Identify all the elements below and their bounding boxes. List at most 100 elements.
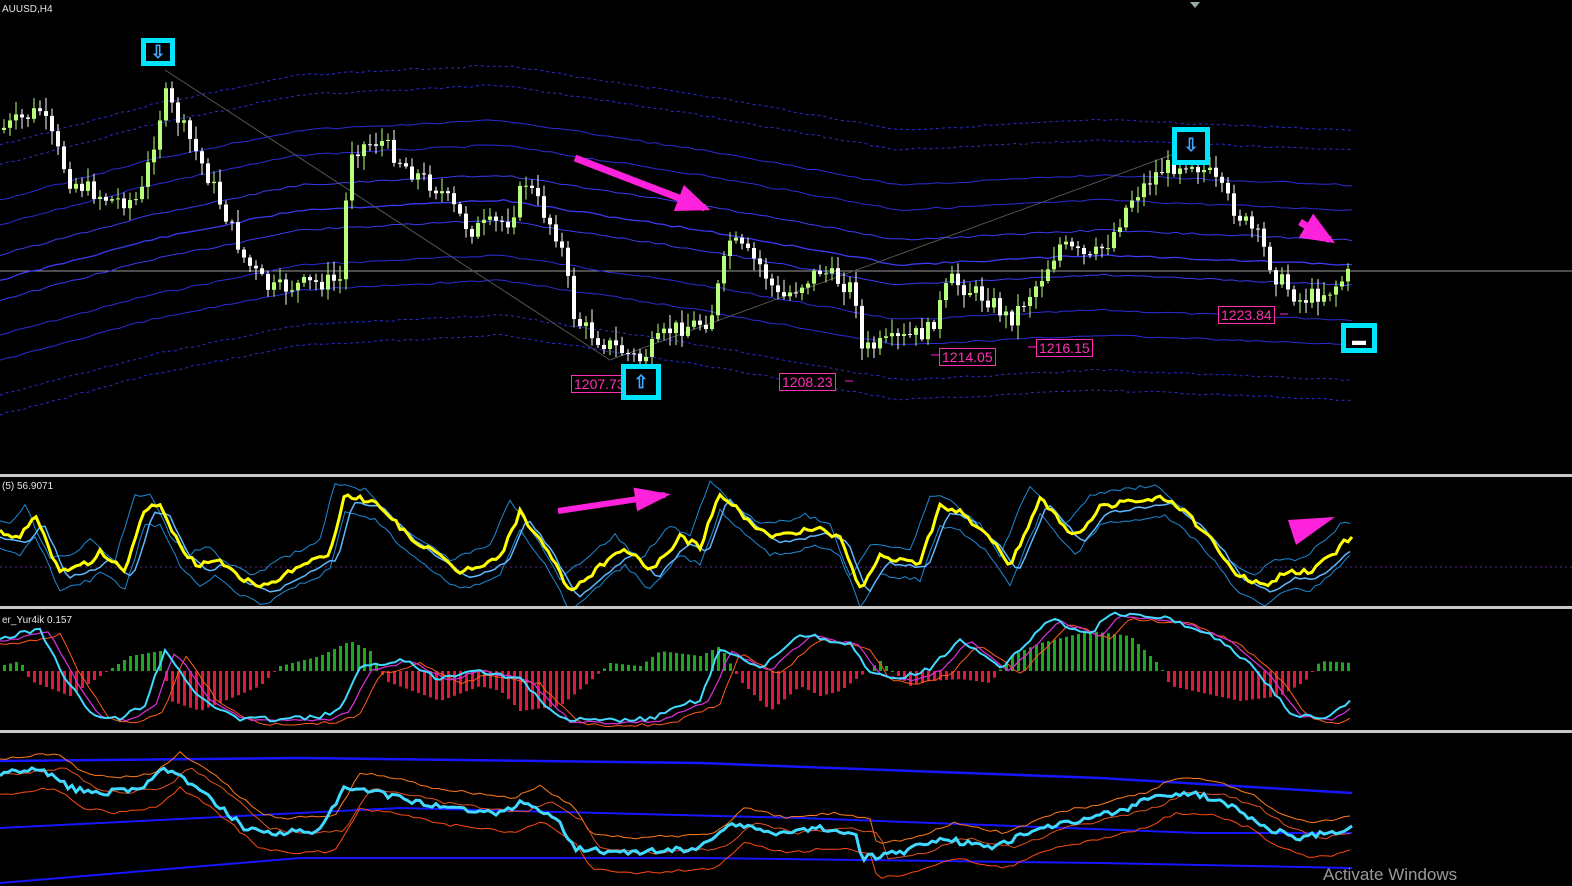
candle-body xyxy=(470,229,474,237)
arrow-up-icon: ⇧ xyxy=(633,372,649,392)
histogram-bar xyxy=(87,671,90,684)
histogram-bar xyxy=(705,653,708,671)
candle-body xyxy=(698,320,702,325)
histogram-bar xyxy=(423,671,426,696)
histogram-bar xyxy=(243,671,246,693)
candle-body xyxy=(800,287,804,294)
histogram-bar xyxy=(195,671,198,710)
candle-body xyxy=(1292,289,1296,302)
bands-mid-line xyxy=(0,806,1352,834)
candle-body xyxy=(908,333,912,335)
stoch-arrow-up-head xyxy=(633,487,671,512)
candle-body xyxy=(152,149,156,163)
bands-pane[interactable] xyxy=(0,733,1572,886)
histogram-bar xyxy=(585,671,588,685)
histogram-bar xyxy=(729,663,732,671)
histogram-bar xyxy=(1329,661,1332,671)
histogram-bar xyxy=(285,664,288,671)
candle-body xyxy=(1340,281,1344,287)
indicator2-title: er_Yur4ik 0.157 xyxy=(2,615,73,626)
histogram-bar xyxy=(1185,671,1188,690)
candle-body xyxy=(902,333,906,336)
candle-body xyxy=(686,326,690,336)
histogram-bar xyxy=(321,655,324,671)
candle-body xyxy=(116,198,120,200)
histogram-bar xyxy=(975,671,978,682)
histogram-bar xyxy=(303,660,306,671)
candle-body xyxy=(1118,227,1122,233)
candle-body xyxy=(1148,183,1152,185)
pending-signal[interactable]: ▬ xyxy=(1341,323,1377,353)
stochastic-pane[interactable]: (5) 56.9071 xyxy=(0,477,1572,606)
candle-body xyxy=(1100,246,1104,249)
histogram-bar xyxy=(1197,671,1200,692)
candle-body xyxy=(1016,305,1020,326)
buy-signal-1[interactable]: ⇧ xyxy=(621,364,661,400)
candle-body xyxy=(134,199,138,201)
candle-body xyxy=(512,217,516,228)
candle-body xyxy=(392,139,396,163)
histogram-pane[interactable]: er_Yur4ik 0.157 xyxy=(0,609,1572,730)
candle-body xyxy=(374,144,378,146)
histogram-bar xyxy=(627,664,630,671)
candle-body xyxy=(848,282,852,293)
candle-body xyxy=(164,88,168,121)
candle-body xyxy=(416,173,420,180)
candle-body xyxy=(860,305,864,349)
histogram-bar xyxy=(1233,671,1236,700)
price-chart-canvas[interactable] xyxy=(0,0,1572,474)
candle-body xyxy=(656,333,660,340)
histogram-bar xyxy=(1209,671,1212,695)
candle-body xyxy=(332,274,336,281)
candle-body xyxy=(638,353,642,362)
histogram-bar xyxy=(1053,639,1056,671)
histogram-bar xyxy=(273,671,276,672)
histogram-bar xyxy=(915,671,918,685)
histogram-bar xyxy=(291,663,294,671)
candle-body xyxy=(428,174,432,191)
histogram-bar xyxy=(1245,671,1248,701)
histogram-bar xyxy=(807,671,810,690)
candle-body xyxy=(434,190,438,194)
bands-canvas[interactable] xyxy=(0,733,1572,886)
candle-body xyxy=(56,131,60,147)
histogram-bar xyxy=(681,653,684,671)
candle-body xyxy=(1058,244,1062,261)
histogram-bar xyxy=(279,666,282,671)
sell-signal-1[interactable]: ⇩ xyxy=(141,38,175,66)
candle-body xyxy=(206,163,210,184)
histogram-canvas[interactable] xyxy=(0,609,1572,730)
stochastic-canvas[interactable] xyxy=(0,477,1572,606)
candle-body xyxy=(86,181,90,191)
histogram-bar xyxy=(795,671,798,690)
candle-body xyxy=(974,286,978,293)
candle-body xyxy=(626,353,630,355)
histogram-bar xyxy=(1071,635,1074,671)
candle-body xyxy=(284,279,288,292)
band-line-5 xyxy=(0,279,1353,361)
candle-body xyxy=(842,283,846,293)
histogram-bar xyxy=(1161,670,1164,671)
candle-body xyxy=(614,340,618,346)
candle-body xyxy=(716,283,720,316)
price-chart-pane[interactable]: AUUSD,H4 1207.73 1208.23 1214.05 1216.15… xyxy=(0,0,1572,474)
candle-body xyxy=(542,196,546,218)
candle-body xyxy=(272,282,276,290)
candle-body xyxy=(1010,311,1014,326)
histogram-bar xyxy=(255,671,258,688)
candle-body xyxy=(854,282,858,306)
candle-body xyxy=(1250,216,1254,229)
candle-body xyxy=(200,151,204,164)
scroll-marker-icon[interactable] xyxy=(1190,2,1200,8)
histogram-bar xyxy=(1143,650,1146,671)
candle-body xyxy=(20,114,24,118)
histogram-bar xyxy=(843,671,846,688)
histogram-bar xyxy=(1149,656,1152,671)
candle-body xyxy=(302,276,306,283)
candle-body xyxy=(170,88,174,103)
sell-signal-2[interactable]: ⇩ xyxy=(1172,127,1210,165)
histogram-bar xyxy=(1221,671,1224,698)
candle-body xyxy=(266,273,270,290)
candle-body xyxy=(326,274,330,290)
histogram-bar xyxy=(1263,671,1266,698)
